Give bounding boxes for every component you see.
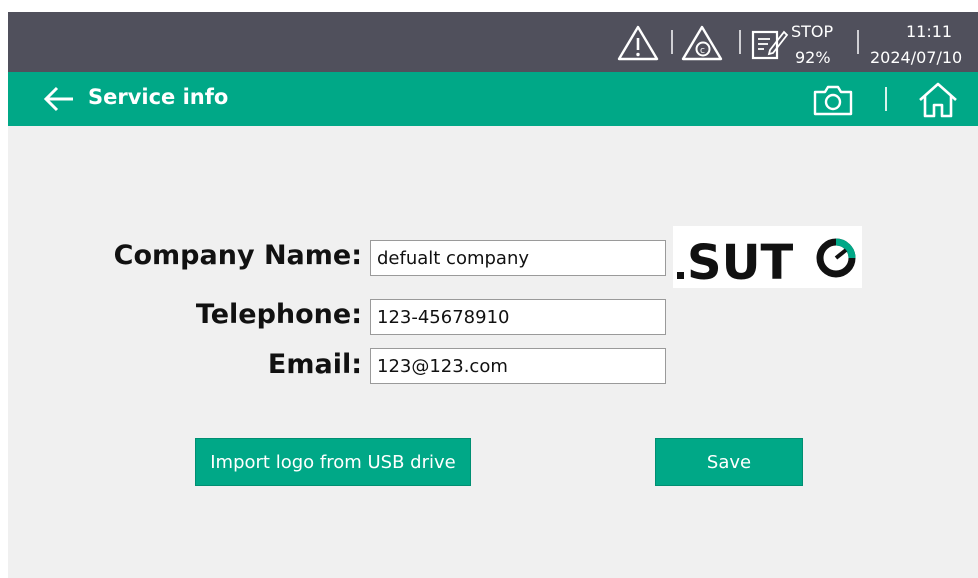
import-logo-button[interactable]: Import logo from USB drive [195,438,471,486]
status-separator [739,30,741,54]
back-arrow-icon[interactable] [42,84,76,114]
svg-text:c: c [700,46,705,56]
status-separator [857,30,859,54]
app-window: c STOP 92% 11:11 2024/07/10 Service info [8,12,978,578]
page-title: Service info [88,85,229,109]
company-logo: SUT [673,226,862,291]
email-label: Email: [267,349,362,380]
stop-percent: 92% [795,48,831,67]
telephone-input[interactable] [370,299,666,335]
status-separator [671,30,673,54]
warning-icon[interactable] [616,24,660,62]
telephone-label: Telephone: [195,299,362,330]
logo-text: SUT [687,235,794,288]
save-button[interactable]: Save [655,438,803,486]
clock-time: 11:11 [906,22,953,41]
suto-logo-icon: SUT [677,235,856,291]
home-icon[interactable] [916,80,960,120]
title-bar: Service info [8,72,978,126]
company-name-input[interactable] [370,240,666,276]
title-separator [885,87,887,111]
company-name-label: Company Name: [113,240,362,271]
stop-label: STOP [791,22,834,41]
clock-date: 2024/07/10 [870,48,963,67]
email-input[interactable] [370,348,666,384]
calibration-warning-icon[interactable]: c [680,24,724,62]
status-bar: c STOP 92% 11:11 2024/07/10 [8,12,978,72]
notes-edit-icon[interactable] [750,24,790,62]
camera-icon[interactable] [811,82,855,118]
